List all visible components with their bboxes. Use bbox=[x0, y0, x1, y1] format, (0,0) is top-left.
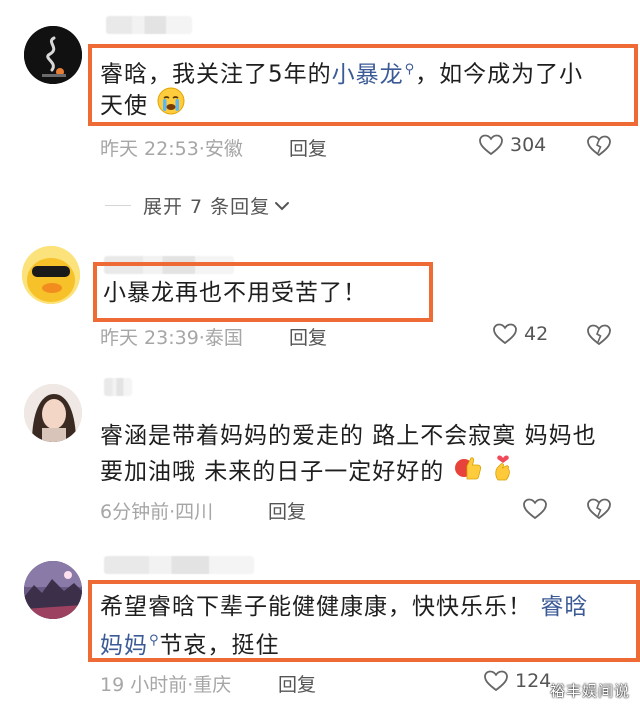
crying-face-icon bbox=[156, 86, 186, 127]
mention-label: 妈妈 bbox=[100, 632, 148, 659]
reply-button[interactable]: 回复 bbox=[268, 497, 306, 524]
like-count: 304 bbox=[510, 134, 547, 156]
search-icon: ⚲ bbox=[404, 62, 416, 77]
heart-icon bbox=[493, 323, 517, 345]
thumbs-up-icon bbox=[453, 452, 483, 493]
comment-location: 重庆 bbox=[193, 674, 232, 696]
comment-time: 昨天 23:39 bbox=[100, 327, 199, 349]
avatar[interactable] bbox=[24, 561, 82, 619]
broken-heart-icon[interactable] bbox=[586, 134, 612, 158]
comment-meta: 昨天 23:39·泰国 bbox=[100, 327, 243, 349]
comment-meta: 昨天 22:53·安徽 bbox=[100, 138, 243, 160]
comment-text-part: 天使 bbox=[100, 93, 148, 119]
heart-icon[interactable] bbox=[522, 497, 548, 521]
expand-replies-label: 展开 7 条回复 bbox=[143, 196, 271, 218]
username-blurred[interactable] bbox=[104, 378, 132, 396]
comment-time: 19 小时前 bbox=[100, 674, 188, 696]
finger-heart-icon bbox=[491, 452, 515, 493]
heart-icon bbox=[479, 134, 503, 156]
like-button[interactable]: 124 bbox=[483, 669, 551, 693]
mention-link[interactable]: 妈妈⚲ bbox=[100, 633, 160, 659]
comment-text-part: 希望睿晗下辈子能健健康康，快快乐乐！ bbox=[100, 594, 532, 620]
comment-location: 四川 bbox=[175, 501, 214, 523]
like-count: 124 bbox=[515, 670, 552, 692]
reply-button[interactable]: 回复 bbox=[289, 134, 327, 161]
avatar[interactable] bbox=[22, 246, 80, 304]
comment-text-part: 要加油哦 未来的日子一定好好的 bbox=[100, 459, 445, 485]
reply-button[interactable]: 回复 bbox=[289, 323, 327, 350]
comment-text-line2: 要加油哦 未来的日子一定好好的 bbox=[100, 452, 515, 493]
comment-location: 泰国 bbox=[204, 327, 243, 349]
mention-link[interactable]: 小暴龙⚲ bbox=[332, 62, 416, 88]
mention-label: 小暴龙 bbox=[331, 61, 404, 88]
broken-heart-icon[interactable] bbox=[586, 323, 612, 347]
avatar[interactable] bbox=[24, 26, 82, 84]
comment-meta: 6分钟前·四川 bbox=[100, 501, 214, 523]
comment-location: 安徽 bbox=[204, 138, 243, 160]
watermark: 裕丰娱间说 bbox=[549, 682, 630, 700]
avatar[interactable] bbox=[24, 384, 82, 442]
username-blurred[interactable] bbox=[104, 556, 254, 574]
like-count: 42 bbox=[524, 323, 549, 345]
heart-icon bbox=[484, 670, 508, 692]
avatar-image bbox=[24, 384, 82, 442]
username-blurred[interactable] bbox=[106, 16, 192, 34]
comment-text: 小暴龙再也不用受苦了！ bbox=[103, 280, 367, 306]
comment-text-line2: 妈妈⚲节哀，挺住 bbox=[100, 623, 280, 664]
broken-heart-icon[interactable] bbox=[586, 497, 612, 521]
comment-text-part: 节哀，挺住 bbox=[159, 632, 280, 659]
avatar-image bbox=[24, 561, 82, 619]
comment-meta: 19 小时前·重庆 bbox=[100, 674, 232, 696]
comment-text: 希望睿晗下辈子能健健康康，快快乐乐！ 睿晗 bbox=[100, 589, 588, 625]
avatar-image bbox=[22, 246, 80, 304]
comment-text: 睿涵是带着妈妈的爱走的 路上不会寂寞 妈妈也 bbox=[100, 423, 597, 449]
divider-line bbox=[105, 205, 131, 206]
comment-text-part: ，如今成为了小 bbox=[415, 61, 584, 88]
mention-link[interactable]: 睿晗 bbox=[540, 594, 588, 620]
reply-button[interactable]: 回复 bbox=[278, 670, 316, 697]
comment-text-line2: 天使 bbox=[100, 86, 186, 127]
expand-replies-button[interactable]: 展开 7 条回复 bbox=[105, 192, 290, 219]
comment-time: 6分钟前 bbox=[100, 501, 170, 523]
avatar-image bbox=[24, 26, 82, 84]
like-button[interactable]: 304 bbox=[478, 133, 546, 157]
like-button[interactable]: 42 bbox=[492, 322, 548, 346]
search-icon: ⚲ bbox=[149, 633, 160, 648]
chevron-down-icon bbox=[275, 201, 290, 210]
comment-time: 昨天 22:53 bbox=[100, 138, 199, 160]
comment-text-part: 睿晗，我关注了5年的 bbox=[100, 61, 332, 88]
